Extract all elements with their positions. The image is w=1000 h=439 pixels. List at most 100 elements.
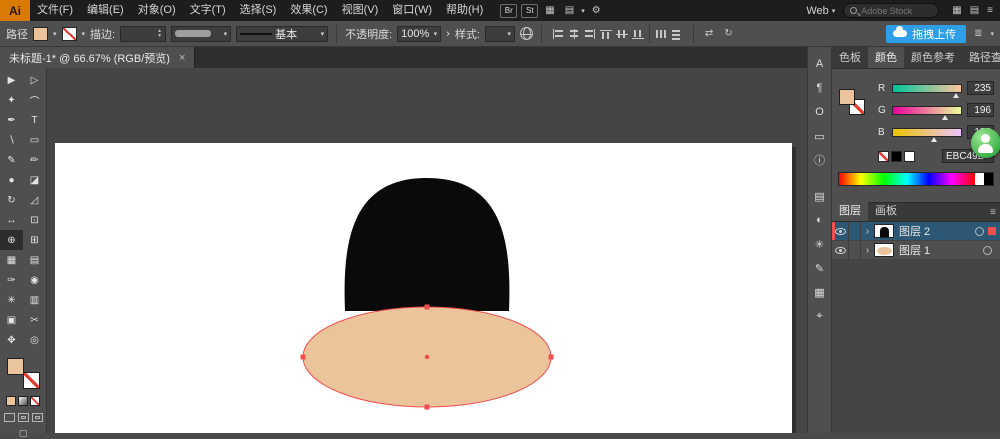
black-swatch[interactable] bbox=[891, 151, 902, 162]
draw-inside-icon[interactable] bbox=[32, 413, 43, 422]
artboards-panel-icon[interactable]: ▭ bbox=[810, 127, 829, 145]
layer-row[interactable]: ›图层 2 bbox=[832, 222, 1000, 241]
paintbrush-tool[interactable]: ✎ bbox=[0, 150, 23, 170]
draw-behind-icon[interactable] bbox=[18, 413, 29, 422]
layer-row[interactable]: ›图层 1 bbox=[832, 241, 1000, 260]
stroke-stepper[interactable]: ▲ ▼ bbox=[157, 29, 162, 39]
menu-item-6[interactable]: 视图(V) bbox=[335, 0, 386, 21]
fill-dropdown-arrow-icon[interactable]: ▾ bbox=[53, 30, 57, 38]
draw-normal-icon[interactable] bbox=[4, 413, 15, 422]
panel-fill-stroke-widget[interactable] bbox=[839, 89, 869, 119]
transform-icon[interactable]: ⇄ bbox=[702, 28, 716, 39]
distribute-vertical-icon[interactable] bbox=[670, 28, 684, 40]
menu-item-8[interactable]: 帮助(H) bbox=[439, 0, 490, 21]
canvas-area[interactable] bbox=[47, 68, 807, 433]
column-graph-tool[interactable]: ▥ bbox=[23, 290, 46, 310]
pencil-tool[interactable]: ✏ bbox=[23, 150, 46, 170]
restore-window-icon[interactable]: ▤ bbox=[967, 5, 982, 16]
line-segment-tool[interactable]: ∖ bbox=[0, 130, 23, 150]
eraser-tool[interactable]: ◪ bbox=[23, 170, 46, 190]
color-tab-0[interactable]: 色板 bbox=[832, 47, 868, 68]
bridge-icon[interactable]: Br bbox=[500, 4, 517, 18]
hand-tool[interactable]: ✥ bbox=[0, 330, 23, 350]
stroke-weight-field[interactable]: ▲ ▼ bbox=[120, 26, 166, 42]
perspective-grid-tool[interactable]: ⊞ bbox=[23, 230, 46, 250]
mesh-tool[interactable]: ▦ bbox=[0, 250, 23, 270]
slider-handle-icon[interactable] bbox=[931, 137, 937, 142]
slider-handle-icon[interactable] bbox=[953, 93, 959, 98]
channel-slider[interactable] bbox=[892, 106, 962, 115]
none-swatch[interactable] bbox=[878, 151, 889, 162]
isolate-icon[interactable]: ↻ bbox=[721, 28, 735, 39]
color-tab-1[interactable]: 颜色 bbox=[868, 47, 904, 68]
stepper-down-icon[interactable]: ▼ bbox=[157, 34, 162, 39]
eyedropper-tool[interactable]: ✑ bbox=[0, 270, 23, 290]
rectangle-tool[interactable]: ▭ bbox=[23, 130, 46, 150]
spectrum-black[interactable] bbox=[984, 173, 993, 185]
slice-tool[interactable]: ✂ bbox=[23, 310, 46, 330]
layer-name[interactable]: 图层 2 bbox=[899, 223, 975, 239]
stroke-swatch[interactable] bbox=[23, 372, 40, 389]
lock-toggle[interactable] bbox=[849, 222, 861, 240]
app-logo[interactable]: Ai bbox=[0, 0, 30, 21]
blend-tool[interactable]: ◉ bbox=[23, 270, 46, 290]
drag-upload-button[interactable]: 拖拽上传 bbox=[886, 25, 966, 43]
menu-item-0[interactable]: 文件(F) bbox=[30, 0, 80, 21]
symbols-panel-icon[interactable]: ✳ bbox=[810, 235, 829, 253]
floating-green-badge[interactable] bbox=[971, 128, 1000, 158]
opacity-dropdown[interactable]: 100% ▾ bbox=[397, 26, 441, 42]
info-panel-icon[interactable]: ⓘ bbox=[810, 151, 829, 169]
gpu-performance-icon[interactable]: ▦ bbox=[949, 5, 964, 16]
blob-brush-tool[interactable]: ● bbox=[0, 170, 23, 190]
layer-name[interactable]: 图层 1 bbox=[899, 242, 983, 258]
appearance-panel-icon[interactable]: ◐ bbox=[810, 211, 829, 229]
panel-options-icon[interactable]: ≣ bbox=[971, 28, 985, 39]
selection-anchor-bottom[interactable] bbox=[425, 405, 430, 410]
lasso-tool[interactable]: ⌒ bbox=[23, 90, 46, 110]
selection-anchor-top[interactable] bbox=[425, 305, 430, 310]
align-middle-icon[interactable] bbox=[615, 28, 629, 40]
menu-item-7[interactable]: 窗口(W) bbox=[385, 0, 439, 21]
sync-settings-icon[interactable]: ⚙ bbox=[589, 5, 604, 16]
search-input[interactable] bbox=[861, 6, 933, 16]
menu-item-3[interactable]: 文字(T) bbox=[183, 0, 233, 21]
align-center-icon[interactable] bbox=[567, 28, 581, 40]
stock-search-box[interactable] bbox=[843, 3, 939, 18]
white-swatch[interactable] bbox=[904, 151, 915, 162]
menu-item-5[interactable]: 效果(C) bbox=[283, 0, 334, 21]
pen-tool[interactable]: ✒ bbox=[0, 110, 23, 130]
align-right-icon[interactable] bbox=[583, 28, 597, 40]
style-dropdown[interactable]: ▾ bbox=[485, 26, 515, 42]
direct-selection-tool[interactable]: ▷ bbox=[23, 70, 46, 90]
document-tab[interactable]: 未标题-1* @ 66.67% (RGB/预览) × bbox=[0, 47, 195, 68]
channel-slider[interactable] bbox=[892, 128, 962, 137]
scale-tool[interactable]: ◿ bbox=[23, 190, 46, 210]
menu-item-1[interactable]: 编辑(E) bbox=[80, 0, 131, 21]
align-left-icon[interactable] bbox=[551, 28, 565, 40]
selection-anchor-left[interactable] bbox=[301, 355, 306, 360]
artboard-tool[interactable]: ▣ bbox=[0, 310, 23, 330]
screen-layout-icon[interactable]: ▤ bbox=[562, 5, 577, 16]
collapse-controlbar-icon[interactable]: ▾ bbox=[990, 30, 994, 38]
fill-swatch[interactable] bbox=[7, 358, 24, 375]
lock-toggle[interactable] bbox=[849, 241, 861, 259]
type-tool[interactable]: T bbox=[23, 110, 46, 130]
spectrum-gradient[interactable] bbox=[839, 173, 975, 185]
graphic-styles-panel-icon[interactable]: ▤ bbox=[810, 187, 829, 205]
brushes-panel-icon[interactable]: ✎ bbox=[810, 259, 829, 277]
opentype-panel-icon[interactable]: O bbox=[810, 103, 829, 121]
channel-slider[interactable] bbox=[892, 84, 962, 93]
color-tab-3[interactable]: 路径查找 bbox=[962, 47, 1000, 68]
width-tool[interactable]: ↔ bbox=[0, 210, 23, 230]
menu-item-2[interactable]: 对象(O) bbox=[131, 0, 183, 21]
close-tab-icon[interactable]: × bbox=[179, 52, 185, 64]
stroke-color-swatch[interactable] bbox=[62, 27, 77, 41]
layers-panel-menu-icon[interactable]: ≡ bbox=[990, 207, 1000, 221]
selection-tool[interactable]: ▶ bbox=[0, 70, 23, 90]
channel-value-field[interactable]: 196 bbox=[967, 103, 994, 117]
visibility-toggle[interactable] bbox=[832, 241, 849, 259]
none-paint-icon[interactable] bbox=[30, 396, 40, 406]
spectrum-white[interactable] bbox=[975, 173, 984, 185]
dropdown-arrow-icon[interactable]: ▾ bbox=[581, 7, 585, 15]
magic-wand-tool[interactable]: ✦ bbox=[0, 90, 23, 110]
